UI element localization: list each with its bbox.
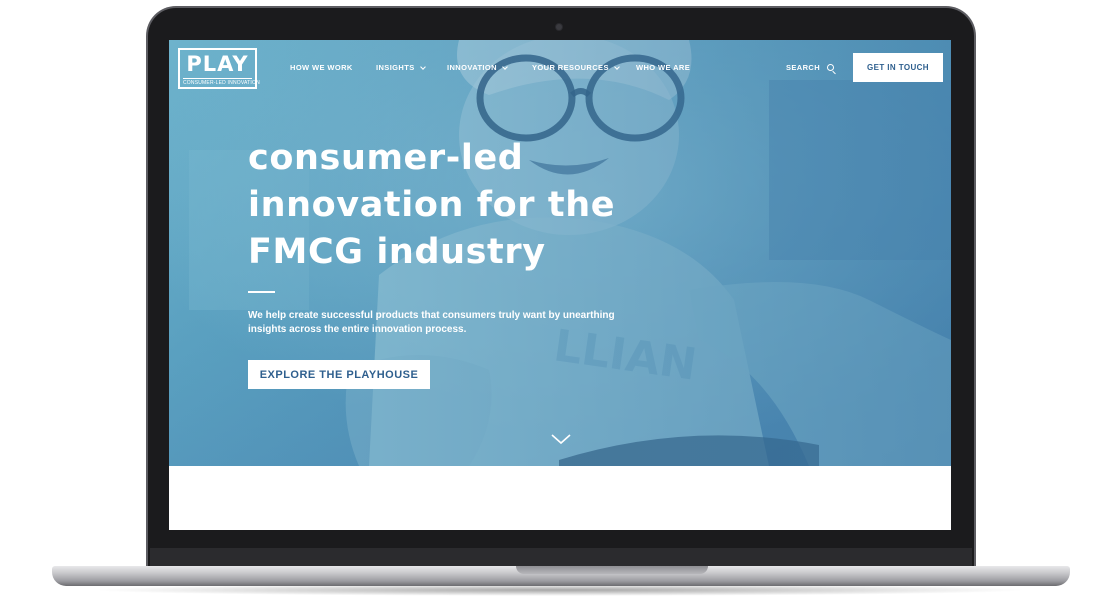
laptop-notch xyxy=(516,566,708,574)
explore-playhouse-button[interactable]: EXPLORE THE PLAYHOUSE xyxy=(248,360,430,389)
headline-line: consumer-led xyxy=(248,138,524,178)
chevron-down-icon xyxy=(419,63,426,70)
nav-how-we-work[interactable]: HOW WE WORK xyxy=(290,63,353,72)
hero-subtext: We help create successful products that … xyxy=(248,309,668,337)
webcam xyxy=(556,24,562,30)
search-button[interactable]: SEARCH xyxy=(786,63,835,72)
nav-your-resources[interactable]: YOUR RESOURCES xyxy=(532,63,620,72)
search-icon xyxy=(827,64,835,71)
headline-line: FMCG industry xyxy=(248,232,546,272)
hero-section: LLIAN PLAY CONSUMER-LED INNOVATION xyxy=(169,40,951,466)
scroll-down-chevron-icon[interactable] xyxy=(550,432,572,446)
headline-divider xyxy=(248,291,275,293)
search-label: SEARCH xyxy=(786,63,821,72)
get-in-touch-button[interactable]: GET IN TOUCH xyxy=(853,53,943,82)
nav-label: YOUR RESOURCES xyxy=(532,63,609,72)
logo-tagline: CONSUMER-LED INNOVATION xyxy=(183,78,260,86)
subtext-line: We help create successful products that … xyxy=(248,310,615,321)
headline-line: innovation for the xyxy=(248,185,616,225)
nav-label: HOW WE WORK xyxy=(290,63,353,72)
chevron-down-icon xyxy=(614,63,620,70)
nav-innovation[interactable]: INNOVATION xyxy=(447,63,508,72)
nav-label: INSIGHTS xyxy=(376,63,415,72)
nav-label: WHO WE ARE xyxy=(636,63,691,72)
laptop-base xyxy=(52,566,1070,586)
nav-insights[interactable]: INSIGHTS xyxy=(376,63,426,72)
logo-wordmark: PLAY xyxy=(186,52,249,76)
nav-who-we-are[interactable]: WHO WE ARE xyxy=(636,63,690,72)
play-logo[interactable]: PLAY CONSUMER-LED INNOVATION xyxy=(178,48,260,89)
hero-headline: consumer-led innovation for the FMCG ind… xyxy=(248,135,718,276)
browser-viewport: LLIAN PLAY CONSUMER-LED INNOVATION xyxy=(169,40,951,530)
nav-label: INNOVATION xyxy=(447,63,497,72)
chevron-down-icon xyxy=(502,63,508,70)
subtext-line: insights across the entire innovation pr… xyxy=(248,324,467,335)
